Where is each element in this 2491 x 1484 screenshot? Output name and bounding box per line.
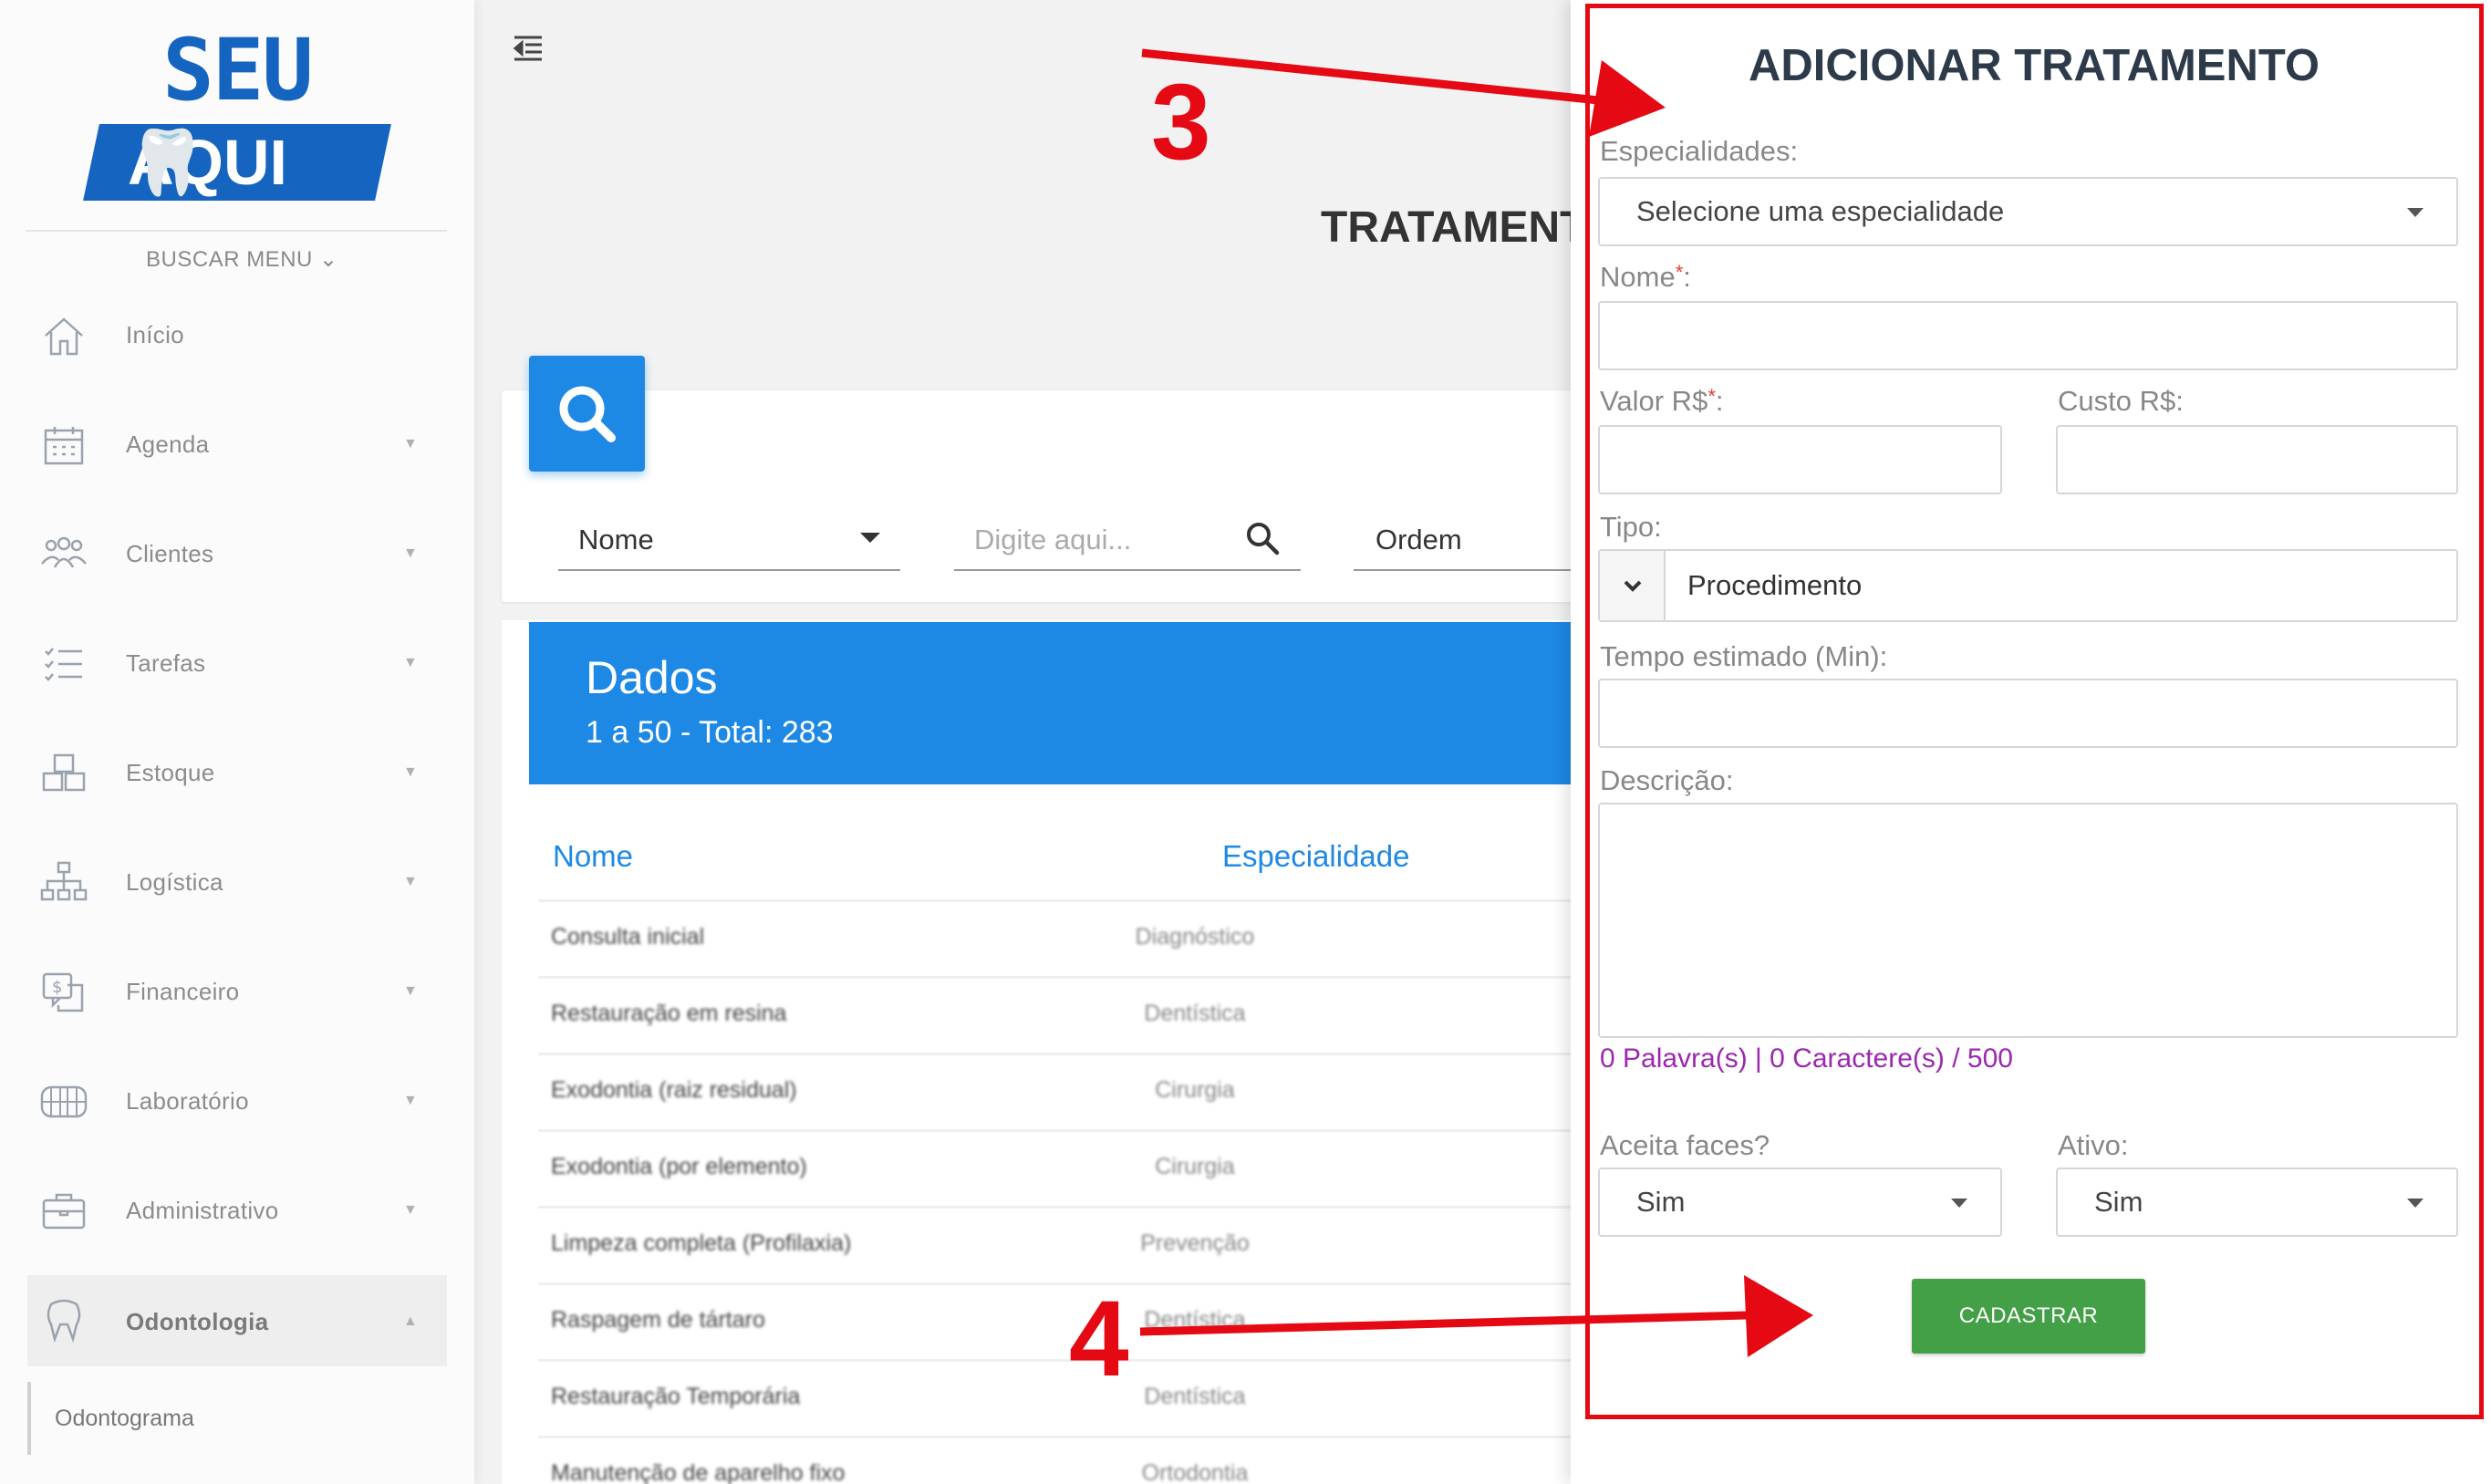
annotation-arrow-3	[1141, 48, 1617, 107]
annotation-arrows	[1139, 48, 1813, 1357]
step-number-4: 4	[1069, 1279, 1129, 1399]
arrow-head-icon	[1744, 1275, 1813, 1357]
annotation-arrow-4	[1139, 1311, 1749, 1336]
step-number-3: 3	[1151, 62, 1211, 182]
arrow-head-icon	[1589, 60, 1666, 137]
